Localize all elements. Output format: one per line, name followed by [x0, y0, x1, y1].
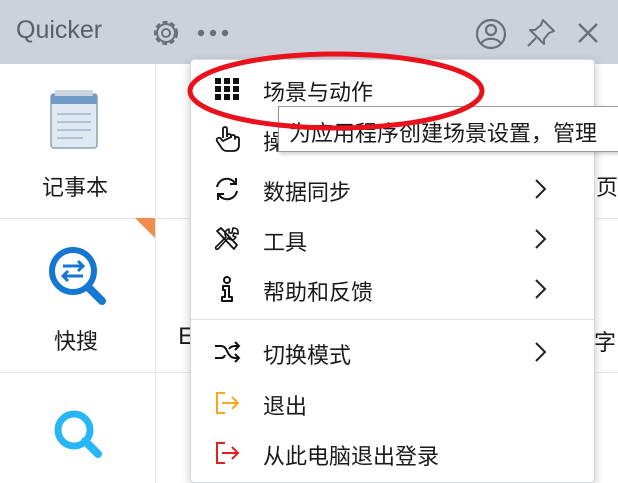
exit-icon [216, 392, 240, 414]
chevron-right-icon [535, 279, 547, 299]
search-swap-icon [49, 247, 106, 305]
chevron-right-icon [535, 229, 547, 249]
user-icon[interactable] [474, 17, 508, 51]
menu-item-switch-mode[interactable]: 切换模式 [191, 327, 594, 377]
menu-label: 工具 [263, 231, 308, 256]
shuffle-icon [215, 341, 241, 363]
menu-separator [191, 319, 594, 320]
app-title: Quicker [16, 16, 103, 44]
close-icon[interactable] [576, 21, 600, 45]
tile-quick-search[interactable]: 快搜 [0, 218, 155, 372]
annotation-ellipse [187, 51, 485, 131]
menu-label: 退出 [263, 395, 308, 420]
menu-item-help-feedback[interactable]: 帮助和反馈 [191, 264, 594, 314]
new-badge [135, 218, 155, 238]
menu-label: 数据同步 [263, 181, 352, 206]
grid-divider [155, 64, 156, 483]
tile-label-partial: 字 [594, 331, 617, 356]
tile-label-notepad: 记事本 [42, 176, 109, 201]
more-icon[interactable] [196, 28, 232, 38]
chevron-right-icon [535, 342, 547, 362]
menu-item-logout[interactable]: 从此电脑退出登录 [191, 428, 594, 478]
notepad-icon [50, 90, 98, 149]
tile-label-quick-search: 快搜 [54, 330, 99, 355]
gear-icon[interactable] [150, 17, 182, 49]
tile-search[interactable] [0, 372, 155, 483]
menu-item-data-sync[interactable]: 数据同步 [191, 164, 594, 214]
menu-item-tools[interactable]: 工具 [191, 214, 594, 264]
menu-item-exit[interactable]: 退出 [191, 378, 594, 428]
chevron-right-icon [535, 179, 547, 199]
search-icon [54, 410, 102, 458]
tile-label-partial: 页 [596, 176, 618, 201]
sync-icon [216, 177, 238, 201]
tile-notepad[interactable]: 记事本 [0, 64, 155, 218]
menu-label: 切换模式 [263, 344, 352, 369]
tools-icon [214, 227, 239, 251]
info-icon [221, 276, 233, 302]
pin-icon[interactable] [524, 16, 558, 50]
menu-label: 帮助和反馈 [263, 281, 374, 306]
logout-icon [216, 442, 240, 464]
menu-label: 从此电脑退出登录 [263, 445, 440, 470]
